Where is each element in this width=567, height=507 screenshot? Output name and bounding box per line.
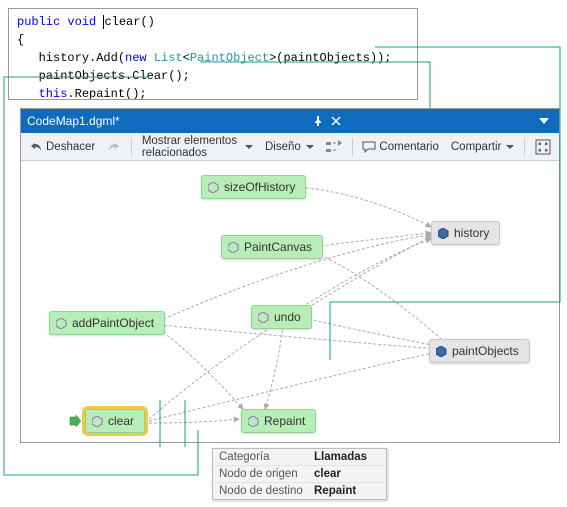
code-editor-pane[interactable]: public void clear() { history.Add(new Li… <box>8 8 418 100</box>
keyword-void: void <box>67 15 96 29</box>
node-label: sizeOfHistory <box>224 180 295 194</box>
keyword-public: public <box>17 15 60 29</box>
type-list: List <box>154 51 183 65</box>
history-add-suffix: (paintObjects)); <box>276 51 391 65</box>
history-add-prefix: history.Add( <box>39 51 125 65</box>
graph-canvas[interactable]: sizeOfHistory PaintCanvas addPaintObject… <box>21 161 559 442</box>
node-label: paintObjects <box>452 344 519 358</box>
fit-to-screen-button[interactable] <box>531 137 555 157</box>
share-button[interactable]: Compartir <box>447 139 518 155</box>
comment-label: Comentario <box>379 141 438 153</box>
redo-icon <box>107 140 121 154</box>
field-icon <box>438 228 449 239</box>
parens: () <box>140 15 154 29</box>
fit-icon <box>535 139 551 155</box>
show-related-button[interactable]: Mostrar elementos relacionados <box>138 133 257 161</box>
method-icon <box>92 416 103 427</box>
node-paintobjects[interactable]: paintObjects <box>429 339 530 363</box>
graph-edges <box>21 161 559 442</box>
layout-button[interactable]: Diseño <box>261 139 318 155</box>
paint-clear-call: paintObjects.Clear(); <box>39 69 190 83</box>
tooltip-category-value: Llamadas <box>314 451 367 463</box>
node-label: addPaintObject <box>72 316 154 330</box>
keyword-this: this <box>39 87 68 100</box>
node-clear[interactable]: clear <box>85 409 145 433</box>
tooltip-source-key: Nodo de origen <box>219 468 314 480</box>
node-label: clear <box>108 414 134 428</box>
pin-icon[interactable] <box>309 112 327 130</box>
edge-tooltip: CategoríaLlamadas Nodo de origenclear No… <box>212 448 387 500</box>
tooltip-category-key: Categoría <box>219 451 314 463</box>
method-icon <box>228 242 239 253</box>
node-history[interactable]: history <box>431 221 500 245</box>
brace-open: { <box>17 33 24 47</box>
method-icon <box>258 312 269 323</box>
tooltip-dest-key: Nodo de destino <box>219 485 314 497</box>
field-icon <box>436 346 447 357</box>
layout-label: Diseño <box>265 141 301 153</box>
codemap-toolbar: Deshacer Mostrar elementos relacionados … <box>21 133 559 161</box>
node-label: history <box>454 226 489 240</box>
method-icon <box>208 182 219 193</box>
close-icon[interactable] <box>327 112 345 130</box>
filter-icon <box>326 140 342 154</box>
type-paintobject: PaintObject <box>190 51 269 65</box>
node-label: Repaint <box>264 414 305 428</box>
node-undo[interactable]: undo <box>251 305 312 329</box>
undo-icon <box>29 140 43 154</box>
comment-icon <box>362 141 376 153</box>
repaint-call: .Repaint(); <box>67 87 146 100</box>
method-icon <box>248 416 259 427</box>
method-name: clear <box>104 15 140 29</box>
current-marker-icon <box>69 415 81 427</box>
node-paintcanvas[interactable]: PaintCanvas <box>221 235 323 259</box>
node-repaint[interactable]: Repaint <box>241 409 316 433</box>
window-menu-icon[interactable] <box>535 112 553 130</box>
show-related-label: Mostrar elementos relacionados <box>142 135 240 159</box>
codemap-window: CodeMap1.dgml* Deshacer Mostrar elemento… <box>20 108 560 443</box>
node-label: PaintCanvas <box>244 240 312 254</box>
tooltip-dest-value: Repaint <box>314 485 356 497</box>
node-sizeofhistory[interactable]: sizeOfHistory <box>201 175 306 199</box>
redo-button[interactable] <box>103 138 125 156</box>
filter-toggle-button[interactable] <box>322 138 346 156</box>
undo-label: Deshacer <box>46 141 95 153</box>
share-label: Compartir <box>451 141 501 153</box>
tooltip-source-value: clear <box>314 468 341 480</box>
method-icon <box>56 318 67 329</box>
node-addpaintobject[interactable]: addPaintObject <box>49 311 165 335</box>
window-title: CodeMap1.dgml* <box>27 114 120 128</box>
window-title-bar[interactable]: CodeMap1.dgml* <box>21 109 559 133</box>
undo-button[interactable]: Deshacer <box>25 138 99 156</box>
node-label: undo <box>274 310 301 324</box>
comment-button[interactable]: Comentario <box>358 139 442 155</box>
keyword-new: new <box>125 51 147 65</box>
